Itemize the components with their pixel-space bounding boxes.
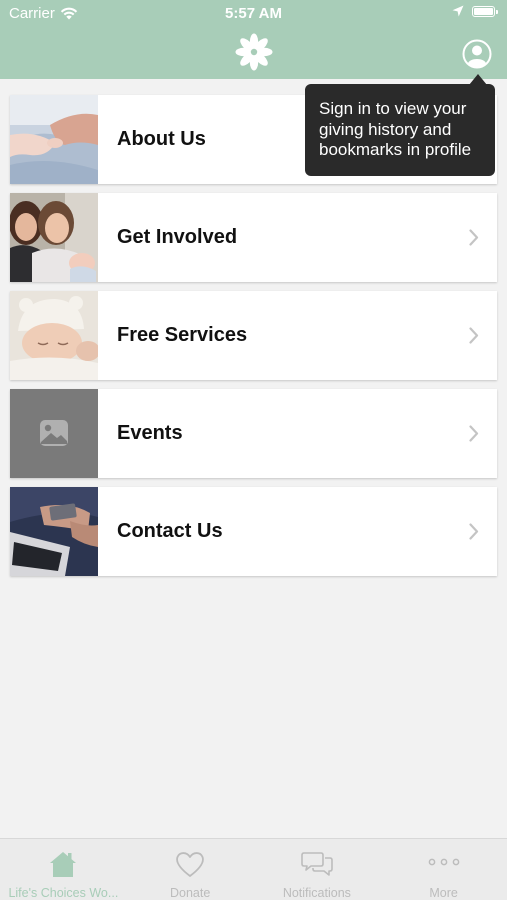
- app-header: Carrier 5:57 AM: [0, 0, 507, 79]
- menu-item-events[interactable]: Events: [10, 389, 497, 478]
- tab-bar: Life's Choices Wo... Donate Notification…: [0, 838, 507, 900]
- tab-home[interactable]: Life's Choices Wo...: [0, 839, 127, 900]
- battery-icon: [472, 5, 498, 17]
- flower-icon: [235, 33, 273, 71]
- user-icon[interactable]: [462, 39, 492, 69]
- menu-item-get-involved[interactable]: Get Involved: [10, 193, 497, 282]
- status-time: 5:57 AM: [225, 5, 282, 22]
- more-dots-icon: [428, 858, 459, 866]
- chat-bubbles-icon: [301, 852, 333, 876]
- menu-item-free-services[interactable]: Free Services: [10, 291, 497, 380]
- menu-item-label: Contact Us: [117, 520, 223, 542]
- tooltip-text: Sign in to view your giving history and …: [319, 99, 472, 159]
- sign-in-tooltip[interactable]: Sign in to view your giving history and …: [305, 84, 495, 176]
- tab-label: Donate: [169, 886, 211, 900]
- menu-item-label: Events: [117, 422, 183, 444]
- location-arrow-icon: [452, 5, 464, 17]
- menu-item-contact-us[interactable]: Contact Us: [10, 487, 497, 576]
- sleeping-baby-photo: [10, 291, 98, 380]
- chevron-right-icon: [469, 327, 479, 344]
- home-icon: [50, 852, 77, 877]
- tab-notifications[interactable]: Notifications: [254, 839, 381, 900]
- status-bar: Carrier 5:57 AM: [0, 0, 507, 28]
- menu-item-label: Get Involved: [117, 226, 238, 248]
- menu-item-label: About Us: [117, 128, 206, 150]
- tab-label: Life's Choices Wo...: [8, 886, 119, 900]
- heart-icon: [176, 852, 204, 877]
- image-placeholder-icon: [10, 389, 98, 478]
- chevron-right-icon: [469, 229, 479, 246]
- menu-item-label: Free Services: [117, 324, 248, 346]
- tab-more[interactable]: More: [380, 839, 507, 900]
- status-right-icons: [452, 5, 498, 17]
- chevron-right-icon: [469, 425, 479, 442]
- phone-laptop-photo: [10, 487, 98, 576]
- tab-label: Notifications: [282, 886, 351, 900]
- tab-label: More: [429, 886, 458, 900]
- tab-donate[interactable]: Donate: [127, 839, 254, 900]
- women-with-baby-photo: [10, 193, 98, 282]
- baby-hand-photo: [10, 95, 98, 184]
- chevron-right-icon: [469, 523, 479, 540]
